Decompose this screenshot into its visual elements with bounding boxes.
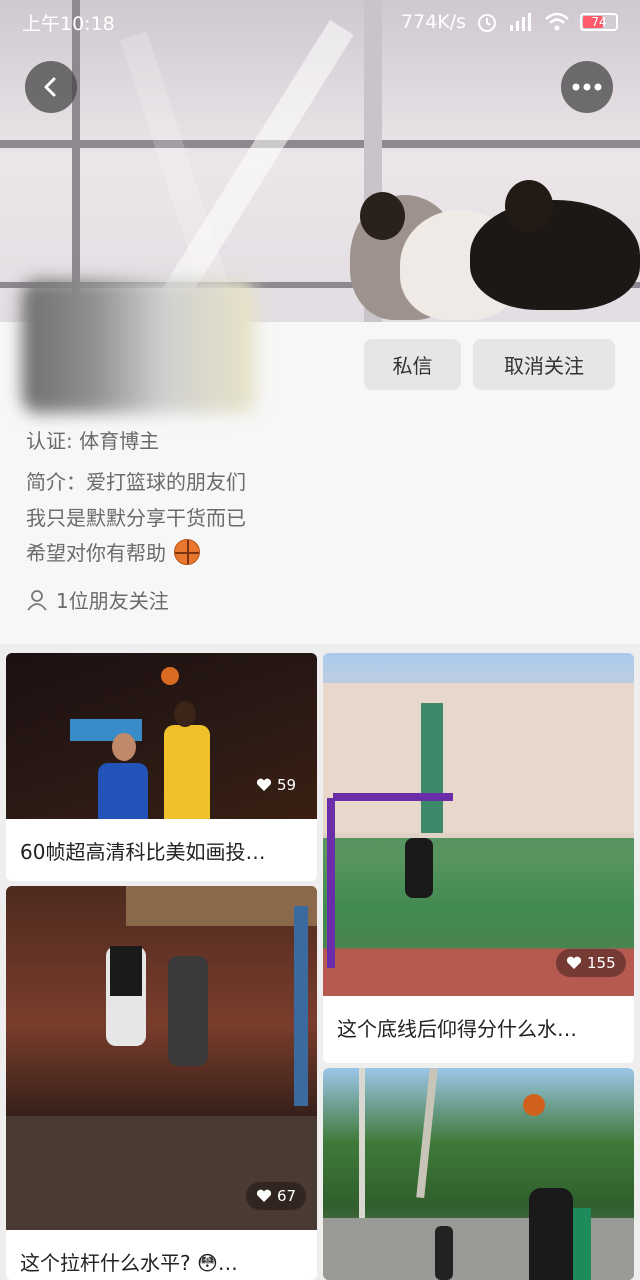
court-floor bbox=[6, 1116, 317, 1230]
video-thumbnail bbox=[6, 886, 317, 1230]
player-figure bbox=[405, 838, 433, 898]
likes-count: 67 bbox=[277, 1187, 297, 1205]
network-speed: 774K/s bbox=[400, 11, 466, 33]
unfollow-button[interactable]: 取消关注 bbox=[473, 339, 615, 390]
defender-figure bbox=[168, 956, 208, 1066]
message-button[interactable]: 私信 bbox=[364, 339, 461, 390]
backboard bbox=[126, 886, 317, 926]
player-head bbox=[360, 192, 405, 240]
avatar[interactable] bbox=[22, 280, 256, 413]
user-icon bbox=[27, 589, 47, 611]
video-thumbnail bbox=[323, 653, 634, 996]
fence bbox=[323, 838, 634, 948]
likes-count: 155 bbox=[587, 954, 616, 972]
jumper-jersey bbox=[110, 946, 142, 996]
likes-count: 59 bbox=[277, 776, 297, 794]
player-silhouette bbox=[470, 200, 640, 310]
hoop-pole bbox=[327, 798, 335, 968]
hoop-pole bbox=[294, 906, 308, 1106]
signal-icon bbox=[510, 13, 531, 31]
bio-line-1: 简介：爱打篮球的朋友们 bbox=[26, 470, 246, 494]
status-bar: 上午10:18 774K/s 74 bbox=[0, 0, 640, 44]
likes-badge: 59 bbox=[246, 771, 306, 799]
shooter-head bbox=[174, 701, 196, 727]
likes-badge: 67 bbox=[246, 1182, 307, 1210]
video-card[interactable] bbox=[323, 1068, 634, 1280]
bio-line-2: 我只是默默分享干货而已 bbox=[26, 506, 246, 530]
bio-line-3-text: 希望对你有帮助 bbox=[26, 541, 166, 565]
defender-jersey bbox=[98, 763, 148, 819]
window-frame bbox=[72, 0, 80, 322]
video-caption: 这个底线后仰得分什么水… bbox=[337, 1017, 577, 1041]
building-pillar bbox=[421, 703, 443, 833]
bio-line-3: 希望对你有帮助 bbox=[26, 537, 200, 566]
basketball bbox=[161, 667, 179, 685]
chevron-left-icon bbox=[44, 77, 56, 97]
basketball-icon bbox=[174, 538, 200, 565]
video-thumbnail bbox=[323, 1068, 634, 1280]
hoop-pole bbox=[573, 1208, 591, 1280]
more-button[interactable] bbox=[561, 61, 613, 113]
status-time: 上午10:18 bbox=[22, 12, 115, 35]
tree-trunk bbox=[416, 1068, 438, 1199]
building bbox=[323, 683, 634, 833]
friends-following-text: 1位朋友关注 bbox=[56, 589, 169, 613]
player-figure bbox=[435, 1226, 453, 1280]
back-button[interactable] bbox=[25, 61, 77, 113]
battery-icon: 74 bbox=[580, 13, 618, 31]
profile-cover-image bbox=[0, 0, 640, 322]
basketball bbox=[523, 1094, 545, 1116]
light-beam bbox=[120, 31, 308, 322]
video-caption: 这个拉杆什么水平? 😳… bbox=[20, 1251, 238, 1275]
arena-sign bbox=[12, 729, 62, 741]
heart-icon bbox=[566, 956, 582, 969]
video-card[interactable]: 67 这个拉杆什么水平? 😳… bbox=[6, 886, 317, 1280]
hoop-arm bbox=[333, 793, 453, 801]
player-head bbox=[505, 180, 553, 232]
video-card[interactable]: 155 这个底线后仰得分什么水… bbox=[323, 653, 634, 1063]
window-frame bbox=[0, 140, 640, 148]
alarm-icon bbox=[478, 14, 496, 32]
friends-following[interactable]: 1位朋友关注 bbox=[26, 585, 169, 614]
heart-icon bbox=[256, 778, 272, 791]
video-card[interactable]: 59 60帧超高清科比美如画投… bbox=[6, 653, 317, 881]
wifi-icon bbox=[545, 12, 569, 31]
video-caption: 60帧超高清科比美如画投… bbox=[20, 840, 266, 864]
heart-icon bbox=[256, 1189, 272, 1202]
likes-badge: 155 bbox=[556, 949, 626, 977]
shooter-jersey bbox=[164, 725, 210, 819]
defender-head bbox=[112, 733, 136, 761]
battery-level: 74 bbox=[591, 15, 607, 29]
shooter-figure bbox=[529, 1188, 573, 1280]
more-dots-icon bbox=[572, 83, 602, 91]
verification-label: 认证: 体育博主 bbox=[26, 429, 160, 453]
